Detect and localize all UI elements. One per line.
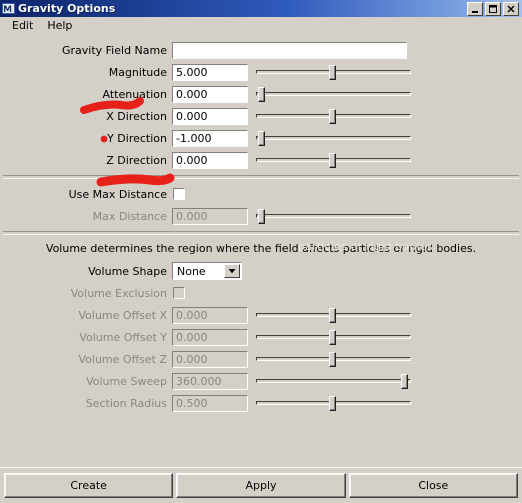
slider-thumb [329,329,336,345]
section-radius-slider [256,395,411,412]
slider-thumb[interactable] [258,130,265,146]
field-row-volume-shape: Volume Shape None [0,260,522,282]
slider-thumb [329,307,336,323]
menu-item-edit[interactable]: Edit [6,18,41,34]
separator-2 [3,231,519,235]
y-direction-input[interactable]: -1.000 [171,128,249,148]
field-row-magnitude: Magnitude 5.000 [0,61,522,83]
dialog-button-bar: Create Apply Close [0,467,522,503]
field-row-volume-exclusion: Volume Exclusion [0,282,522,304]
volume-sweep-slider [256,373,411,390]
maximize-icon[interactable] [485,1,501,16]
field-row-section-radius: Section Radius 0.500 [0,392,522,414]
minimize-icon[interactable] [467,1,483,16]
volume-shape-value: None [177,264,206,278]
label-attenuation: Attenuation [102,87,167,101]
field-row-volume-sweep: Volume Sweep 360.000 [0,370,522,392]
label-gravity-field-name: Gravity Field Name [61,43,167,57]
volume-offset-x-slider [256,307,411,324]
magnitude-slider[interactable] [256,64,411,81]
section-radius-input: 0.500 [171,393,249,413]
label-magnitude: Magnitude [108,65,167,79]
label-volume-offset-y: Volume Offset Y [79,330,167,344]
maya-m-icon [2,2,15,15]
field-row-y-direction: Y Direction -1.000 [0,127,522,149]
field-row-attenuation: Attenuation 0.000 [0,83,522,105]
label-y-direction: Y Direction [107,131,167,145]
create-button[interactable]: Create [4,473,174,498]
volume-offset-x-input: 0.000 [171,305,249,325]
label-volume-sweep: Volume Sweep [86,374,167,388]
volume-description: Volume determines the region where the f… [0,239,522,260]
label-volume-offset-z: Volume Offset Z [78,352,168,366]
volume-offset-y-input: 0.000 [171,327,249,347]
slider-track [256,378,411,383]
volume-sweep-input: 360.000 [171,371,249,391]
field-row-use-max-distance: Use Max Distance [0,183,522,205]
label-use-max-distance: Use Max Distance [68,187,167,201]
gravity-options-window: Gravity Options Edit Help Gravity Field … [0,0,522,503]
field-row-volume-offset-z: Volume Offset Z 0.000 [0,348,522,370]
apply-button[interactable]: Apply [176,473,346,498]
max-distance-slider [256,208,411,225]
z-direction-slider[interactable] [256,152,411,169]
volume-offset-z-slider [256,351,411,368]
dialog-content: Gravity Field Name Magnitude 5.000 Atten… [0,35,522,467]
field-row-x-direction: X Direction 0.000 [0,105,522,127]
slider-track [256,91,411,96]
attenuation-input[interactable]: 0.000 [171,84,249,104]
close-icon[interactable] [503,1,519,16]
label-x-direction: X Direction [106,109,167,123]
slider-thumb[interactable] [329,64,336,80]
volume-exclusion-checkbox [172,286,186,300]
label-volume-shape: Volume Shape [88,264,167,278]
menu-bar: Edit Help [0,17,522,35]
label-z-direction: Z Direction [106,153,167,167]
slider-track [256,213,411,218]
title-bar: Gravity Options [0,0,522,17]
window-controls [467,1,520,16]
label-volume-exclusion: Volume Exclusion [70,286,167,300]
y-direction-slider[interactable] [256,130,411,147]
slider-thumb [258,208,265,224]
max-distance-input: 0.000 [171,206,249,226]
menu-item-help[interactable]: Help [41,18,80,34]
watermark-overlay: particles or rigid bodies. [298,240,437,253]
separator-1 [3,175,519,179]
use-max-distance-checkbox[interactable] [172,187,186,201]
field-row-gravity-field-name: Gravity Field Name [0,39,522,61]
field-row-z-direction: Z Direction 0.000 [0,149,522,171]
volume-shape-select[interactable]: None [171,261,243,281]
gravity-field-name-input[interactable] [171,40,408,60]
field-row-max-distance: Max Distance 0.000 [0,205,522,227]
volume-offset-z-input: 0.000 [171,349,249,369]
x-direction-input[interactable]: 0.000 [171,106,249,126]
close-button[interactable]: Close [348,473,518,498]
slider-track [256,135,411,140]
slider-thumb[interactable] [258,86,265,102]
x-direction-slider[interactable] [256,108,411,125]
label-volume-offset-x: Volume Offset X [78,308,168,322]
label-max-distance: Max Distance [92,209,167,223]
magnitude-input[interactable]: 5.000 [171,62,249,82]
slider-thumb[interactable] [329,152,336,168]
field-row-volume-offset-y: Volume Offset Y 0.000 [0,326,522,348]
window-title: Gravity Options [18,2,116,15]
slider-thumb [329,351,336,367]
slider-thumb[interactable] [329,108,336,124]
label-section-radius: Section Radius [85,396,167,410]
z-direction-input[interactable]: 0.000 [171,150,249,170]
volume-offset-y-slider [256,329,411,346]
slider-thumb [329,395,336,411]
field-row-volume-offset-x: Volume Offset X 0.000 [0,304,522,326]
chevron-down-icon[interactable] [224,264,240,278]
attenuation-slider[interactable] [256,86,411,103]
slider-thumb [401,373,408,389]
